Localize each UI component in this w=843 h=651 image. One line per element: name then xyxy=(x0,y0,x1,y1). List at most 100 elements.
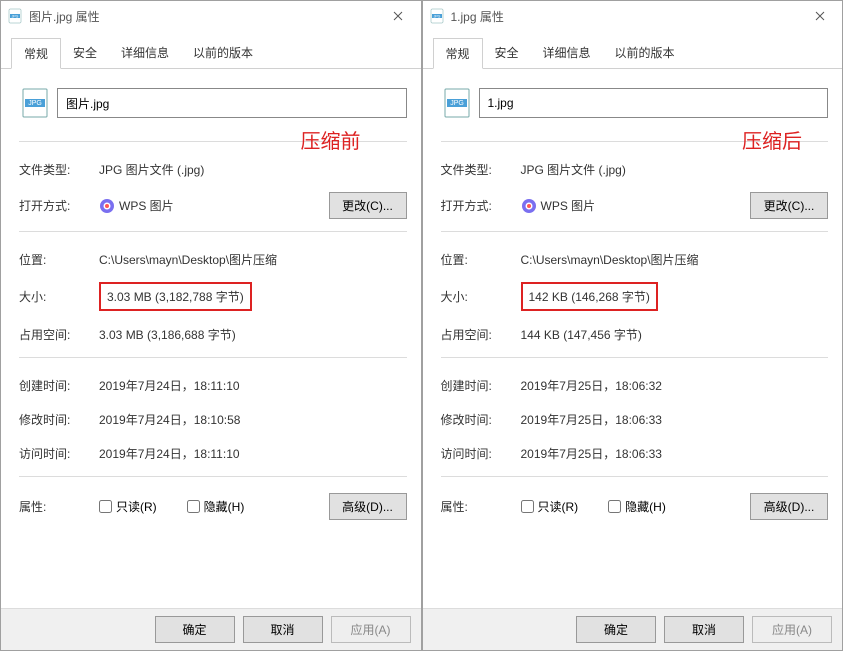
properties-window: JPG 1.jpg 属性 常规 安全 详细信息 以前的版本 压缩后 JPG 文件… xyxy=(422,0,843,651)
tab-content: 压缩后 JPG 文件类型: JPG 图片文件 (.jpg) 打开方式: WPS … xyxy=(423,69,843,608)
location-value: C:\Users\mayn\Desktop\图片压缩 xyxy=(521,251,829,268)
separator xyxy=(441,357,829,358)
filetype-value: JPG 图片文件 (.jpg) xyxy=(99,161,407,178)
modified-value: 2019年7月25日，18:06:33 xyxy=(521,411,829,428)
button-bar: 确定 取消 应用(A) xyxy=(1,608,421,650)
svg-text:JPG: JPG xyxy=(28,100,42,107)
accessed-label: 访问时间: xyxy=(19,445,99,462)
size-value: 3.03 MB (3,182,788 字节) xyxy=(99,282,252,311)
location-value: C:\Users\mayn\Desktop\图片压缩 xyxy=(99,251,407,268)
button-bar: 确定 取消 应用(A) xyxy=(423,608,843,650)
close-button[interactable] xyxy=(797,1,842,31)
tab-content: 压缩前 JPG 文件类型: JPG 图片文件 (.jpg) 打开方式: WPS … xyxy=(1,69,421,608)
tab-security[interactable]: 安全 xyxy=(483,38,531,69)
filename-input[interactable] xyxy=(57,88,407,118)
svg-text:JPG: JPG xyxy=(12,14,19,18)
annotation-before: 压缩前 xyxy=(301,125,361,154)
created-value: 2019年7月25日，18:06:32 xyxy=(521,377,829,394)
size-value: 142 KB (146,268 字节) xyxy=(521,282,658,311)
jpg-file-icon: JPG xyxy=(7,8,23,24)
hidden-label: 隐藏(H) xyxy=(625,498,666,515)
tab-details[interactable]: 详细信息 xyxy=(109,38,181,69)
separator xyxy=(19,357,407,358)
svg-text:JPG: JPG xyxy=(433,14,440,18)
size-label: 大小: xyxy=(19,288,99,305)
titlebar: JPG 图片.jpg 属性 xyxy=(1,1,421,31)
ondisk-value: 144 KB (147,456 字节) xyxy=(521,326,829,343)
filename-input[interactable] xyxy=(479,88,829,118)
tab-security[interactable]: 安全 xyxy=(61,38,109,69)
change-button[interactable]: 更改(C)... xyxy=(750,192,828,219)
separator xyxy=(19,231,407,232)
opens-label: 打开方式: xyxy=(441,197,521,214)
close-button[interactable] xyxy=(376,1,421,31)
ondisk-value: 3.03 MB (3,186,688 字节) xyxy=(99,326,407,343)
tab-previous[interactable]: 以前的版本 xyxy=(603,38,687,69)
hidden-input[interactable] xyxy=(608,500,621,513)
filetype-label: 文件类型: xyxy=(19,161,99,178)
readonly-label: 只读(R) xyxy=(116,498,157,515)
ondisk-label: 占用空间: xyxy=(441,326,521,343)
advanced-button[interactable]: 高级(D)... xyxy=(750,493,828,520)
readonly-checkbox[interactable]: 只读(R) xyxy=(99,498,157,515)
separator xyxy=(441,231,829,232)
tab-strip: 常规 安全 详细信息 以前的版本 xyxy=(423,31,843,69)
opens-label: 打开方式: xyxy=(19,197,99,214)
hidden-checkbox[interactable]: 隐藏(H) xyxy=(187,498,245,515)
change-button[interactable]: 更改(C)... xyxy=(329,192,407,219)
readonly-input[interactable] xyxy=(521,500,534,513)
jpg-file-icon: JPG xyxy=(19,87,51,119)
ondisk-label: 占用空间: xyxy=(19,326,99,343)
filetype-value: JPG 图片文件 (.jpg) xyxy=(521,161,829,178)
tab-strip: 常规 安全 详细信息 以前的版本 xyxy=(1,31,421,69)
tab-general[interactable]: 常规 xyxy=(433,38,483,69)
hidden-input[interactable] xyxy=(187,500,200,513)
window-title: 1.jpg 属性 xyxy=(451,8,798,25)
location-label: 位置: xyxy=(441,251,521,268)
readonly-input[interactable] xyxy=(99,500,112,513)
apply-button[interactable]: 应用(A) xyxy=(752,616,832,643)
cancel-button[interactable]: 取消 xyxy=(243,616,323,643)
hidden-checkbox[interactable]: 隐藏(H) xyxy=(608,498,666,515)
ok-button[interactable]: 确定 xyxy=(576,616,656,643)
readonly-label: 只读(R) xyxy=(538,498,579,515)
titlebar: JPG 1.jpg 属性 xyxy=(423,1,843,31)
filetype-label: 文件类型: xyxy=(441,161,521,178)
created-label: 创建时间: xyxy=(19,377,99,394)
tab-general[interactable]: 常规 xyxy=(11,38,61,69)
hidden-label: 隐藏(H) xyxy=(204,498,245,515)
location-label: 位置: xyxy=(19,251,99,268)
wps-icon xyxy=(521,198,537,214)
modified-label: 修改时间: xyxy=(19,411,99,428)
window-title: 图片.jpg 属性 xyxy=(29,8,376,25)
jpg-file-icon: JPG xyxy=(441,87,473,119)
accessed-value: 2019年7月24日，18:11:10 xyxy=(99,445,407,462)
readonly-checkbox[interactable]: 只读(R) xyxy=(521,498,579,515)
opens-app-name: WPS 图片 xyxy=(541,197,596,214)
accessed-label: 访问时间: xyxy=(441,445,521,462)
separator xyxy=(19,476,407,477)
size-label: 大小: xyxy=(441,288,521,305)
tab-previous[interactable]: 以前的版本 xyxy=(181,38,265,69)
opens-app: WPS 图片 xyxy=(99,197,329,214)
created-value: 2019年7月24日，18:11:10 xyxy=(99,377,407,394)
wps-icon xyxy=(99,198,115,214)
apply-button[interactable]: 应用(A) xyxy=(331,616,411,643)
jpg-file-icon: JPG xyxy=(429,8,445,24)
attrs-label: 属性: xyxy=(19,498,99,515)
tab-details[interactable]: 详细信息 xyxy=(531,38,603,69)
accessed-value: 2019年7月25日，18:06:33 xyxy=(521,445,829,462)
modified-label: 修改时间: xyxy=(441,411,521,428)
opens-app-name: WPS 图片 xyxy=(119,197,174,214)
cancel-button[interactable]: 取消 xyxy=(664,616,744,643)
modified-value: 2019年7月24日，18:10:58 xyxy=(99,411,407,428)
separator xyxy=(441,476,829,477)
ok-button[interactable]: 确定 xyxy=(155,616,235,643)
created-label: 创建时间: xyxy=(441,377,521,394)
annotation-after: 压缩后 xyxy=(742,125,802,154)
opens-app: WPS 图片 xyxy=(521,197,751,214)
svg-text:JPG: JPG xyxy=(450,100,464,107)
advanced-button[interactable]: 高级(D)... xyxy=(329,493,407,520)
attrs-label: 属性: xyxy=(441,498,521,515)
properties-window: JPG 图片.jpg 属性 常规 安全 详细信息 以前的版本 压缩前 JPG 文… xyxy=(0,0,422,651)
